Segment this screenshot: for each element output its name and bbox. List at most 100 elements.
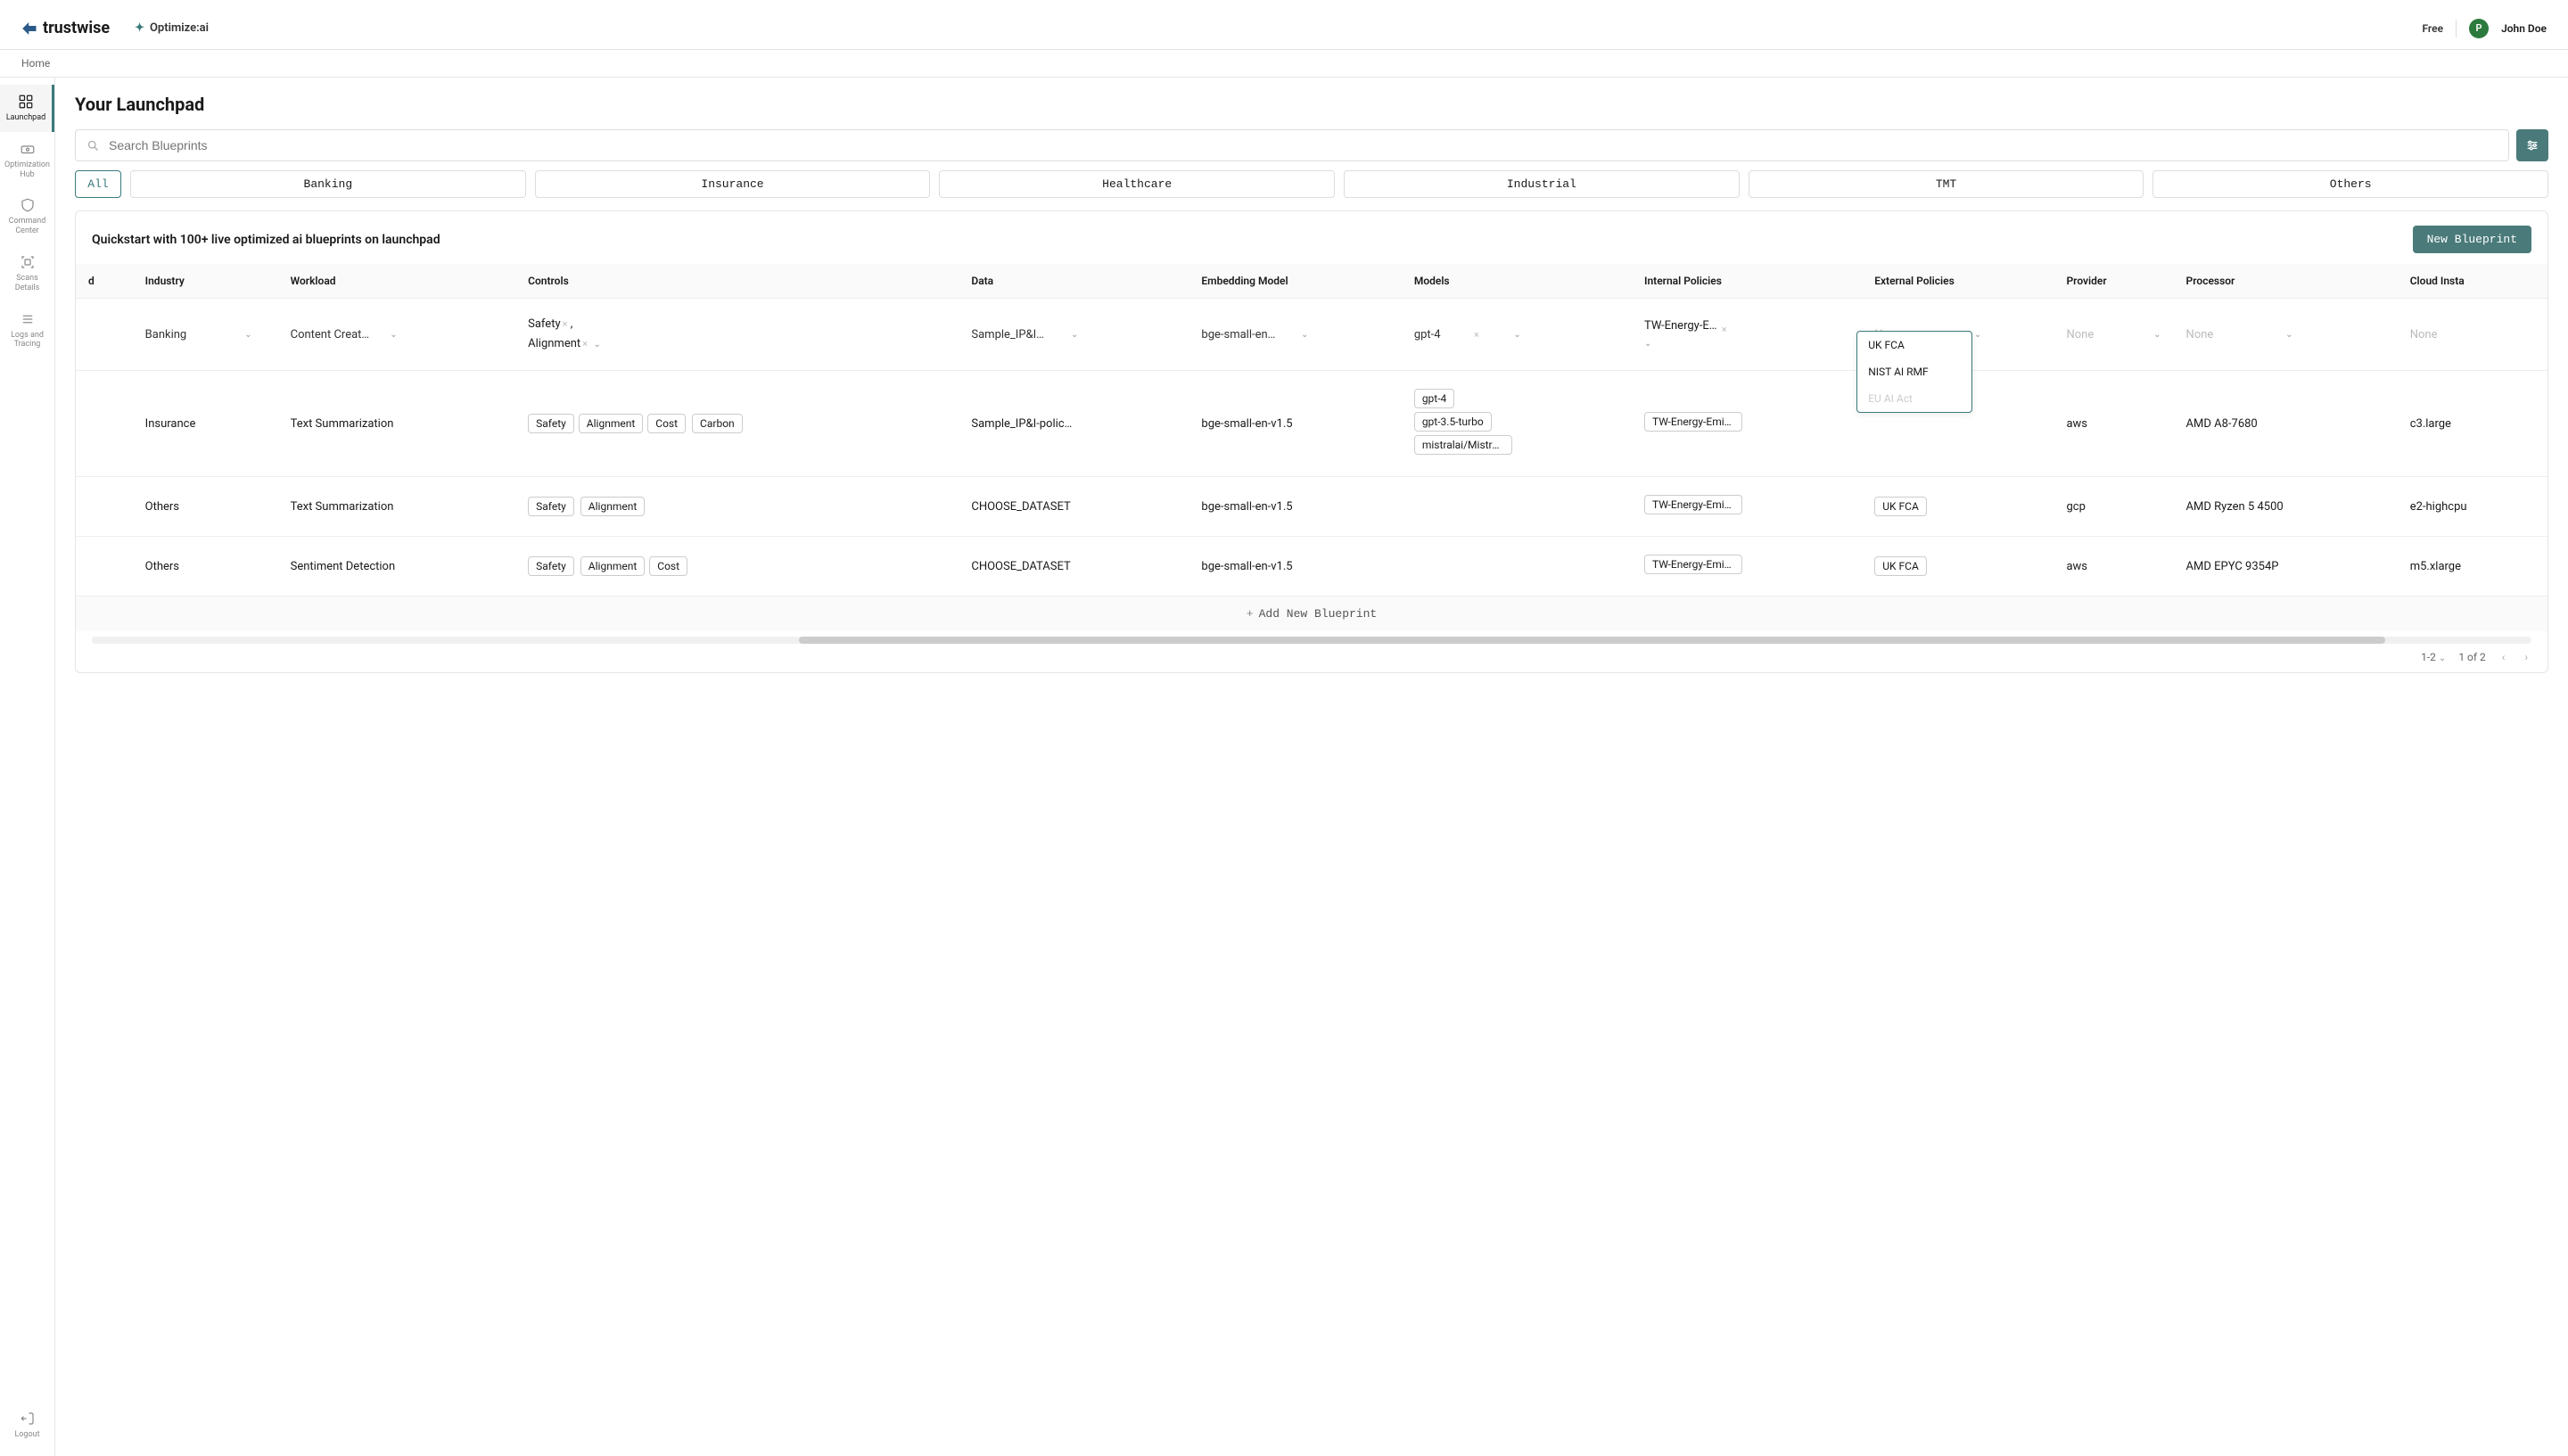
- pagination: 1-2 ⌄ 1 of 2 ‹ ›: [76, 644, 2547, 663]
- sidebar: Launchpad Optimization Hub Command Cente…: [0, 78, 55, 1456]
- cell-industry: Insurance: [133, 371, 278, 477]
- next-page-button[interactable]: ›: [2521, 651, 2531, 663]
- col-embedding: Embedding Model: [1189, 264, 1401, 299]
- list-icon: [20, 311, 36, 327]
- col-workload: Workload: [278, 264, 516, 299]
- cell-provider: aws: [2054, 371, 2173, 477]
- sidebar-item-optimization-hub[interactable]: Optimization Hub: [0, 132, 54, 189]
- tab-industrial[interactable]: Industrial: [1344, 170, 1740, 198]
- embedding-select[interactable]: bge-small-en…⌄: [1201, 328, 1308, 341]
- tab-others[interactable]: Others: [2152, 170, 2548, 198]
- col-external: External Policies: [1862, 264, 2054, 299]
- col-industry: Industry: [133, 264, 278, 299]
- chevron-down-icon: ⌄: [1301, 330, 1308, 340]
- sidebar-item-launchpad[interactable]: Launchpad: [0, 85, 54, 132]
- topbar: trustwise ✦ Optimize:ai Free P John Doe: [0, 0, 2568, 50]
- new-blueprint-button[interactable]: New Blueprint: [2413, 226, 2531, 253]
- col-processor: Processor: [2174, 264, 2398, 299]
- col-data: Data: [959, 264, 1189, 299]
- dropdown-option[interactable]: UK FCA: [1857, 332, 1971, 358]
- chevron-down-icon: ⌄: [390, 330, 397, 340]
- quickstart-heading: Quickstart with 100+ live optimized ai b…: [92, 233, 440, 247]
- cell-processor: AMD A8-7680: [2174, 371, 2398, 477]
- processor-select[interactable]: None⌄: [2186, 328, 2293, 341]
- page-count: 1 of 2: [2458, 651, 2485, 663]
- col-models: Models: [1402, 264, 1632, 299]
- table-row: Insurance Text Summarization Safety Alig…: [76, 371, 2547, 477]
- sidebar-item-logs-tracing[interactable]: Logs and Tracing: [0, 302, 54, 359]
- sidebar-item-scans-details[interactable]: Scans Details: [0, 245, 54, 302]
- avatar[interactable]: P: [2469, 19, 2489, 38]
- internal-chip: TW-Energy-Emissi…: [1644, 412, 1742, 432]
- grid-icon: [18, 94, 34, 110]
- sparkle-icon: ✦: [135, 21, 144, 35]
- table-row: Banking⌄ Content Creat…⌄ Safety× , Align…: [76, 299, 2547, 371]
- search-box[interactable]: [75, 129, 2509, 161]
- provider-select[interactable]: None⌄: [2066, 328, 2161, 341]
- page-range[interactable]: 1-2 ⌄: [2421, 651, 2446, 663]
- data-select[interactable]: Sample_IP&I…⌄: [971, 328, 1078, 341]
- close-icon[interactable]: ×: [1474, 329, 1479, 341]
- close-icon[interactable]: ×: [1722, 324, 1727, 335]
- divider: [2456, 20, 2457, 37]
- cell-workload: Text Summarization: [278, 371, 516, 477]
- breadcrumb[interactable]: Home: [0, 50, 2568, 78]
- category-tabs: All Banking Insurance Healthcare Industr…: [75, 170, 2548, 198]
- blueprints-card: Quickstart with 100+ live optimized ai b…: [75, 210, 2548, 673]
- table-row: Others Text Summarization Safety Alignme…: [76, 477, 2547, 537]
- cloud-select[interactable]: None: [2410, 328, 2517, 341]
- tab-insurance[interactable]: Insurance: [535, 170, 931, 198]
- sliders-icon: [2525, 138, 2539, 152]
- logo[interactable]: trustwise: [21, 19, 110, 37]
- controls-chips: Safety Alignment Cost Carbon: [528, 412, 946, 435]
- search-input[interactable]: [109, 138, 2498, 152]
- username: John Doe: [2501, 22, 2547, 35]
- chevron-down-icon: ⌄: [1513, 330, 1520, 340]
- cell-data: Sample_IP&I-polic…: [959, 371, 1189, 477]
- col-controls: Controls: [515, 264, 959, 299]
- dropdown-option[interactable]: NIST AI RMF: [1857, 358, 1971, 385]
- brand-name: trustwise: [43, 19, 110, 37]
- sidebar-item-logout[interactable]: Logout: [0, 1402, 54, 1449]
- table-row: Others Sentiment Detection Safety Alignm…: [76, 537, 2547, 596]
- shield-icon: [20, 197, 36, 213]
- horizontal-scrollbar[interactable]: [92, 637, 2531, 644]
- logo-icon: [21, 21, 37, 37]
- controls-tags[interactable]: Safety× , Alignment× ⌄: [515, 299, 959, 371]
- prev-page-button[interactable]: ‹: [2498, 651, 2509, 663]
- tab-tmt[interactable]: TMT: [1749, 170, 2144, 198]
- chevron-down-icon: ⌄: [1974, 330, 1981, 340]
- col-provider: Provider: [2054, 264, 2173, 299]
- chevron-down-icon: ⌄: [2285, 330, 2292, 340]
- chevron-down-icon: ⌄: [244, 330, 251, 340]
- scrollbar-thumb[interactable]: [799, 637, 2384, 644]
- close-icon[interactable]: ×: [563, 318, 568, 330]
- page-title: Your Launchpad: [75, 94, 2548, 115]
- main-content: Your Launchpad All Banking Insurance Hea…: [55, 78, 2568, 1456]
- add-new-blueprint-row[interactable]: +Add New Blueprint: [76, 596, 2547, 631]
- col-internal: Internal Policies: [1632, 264, 1862, 299]
- col-cloud: Cloud Insta: [2398, 264, 2547, 299]
- tab-all[interactable]: All: [75, 170, 121, 198]
- chevron-down-icon: ⌄: [593, 340, 600, 350]
- models-chips: gpt-4 gpt-3.5-turbo mistralai/Mistral-7B…: [1414, 387, 1619, 460]
- industry-select[interactable]: Banking⌄: [145, 328, 252, 341]
- models-select[interactable]: gpt-4 × ⌄: [1414, 328, 1521, 341]
- workload-select[interactable]: Content Creat…⌄: [291, 328, 398, 341]
- gauge-icon: [20, 141, 36, 157]
- tab-banking[interactable]: Banking: [130, 170, 526, 198]
- chevron-down-icon: ⌄: [1644, 339, 1651, 349]
- logout-icon: [20, 1411, 36, 1427]
- cell-embedding: bge-small-en-v1.5: [1189, 371, 1401, 477]
- optimize-ai-link[interactable]: ✦ Optimize:ai: [135, 21, 209, 35]
- external-policies-dropdown: UK FCA NIST AI RMF EU AI Act: [1856, 331, 1972, 413]
- close-icon[interactable]: ×: [582, 338, 588, 350]
- dropdown-option[interactable]: EU AI Act: [1857, 385, 1971, 412]
- plan-label: Free: [2422, 22, 2443, 35]
- tab-healthcare[interactable]: Healthcare: [939, 170, 1335, 198]
- chevron-down-icon: ⌄: [2439, 654, 2446, 663]
- internal-tags[interactable]: TW-Energy-E… ×⌄: [1644, 319, 1849, 350]
- filter-button[interactable]: [2516, 129, 2548, 161]
- chevron-down-icon: ⌄: [2153, 330, 2161, 340]
- sidebar-item-command-center[interactable]: Command Center: [0, 188, 54, 245]
